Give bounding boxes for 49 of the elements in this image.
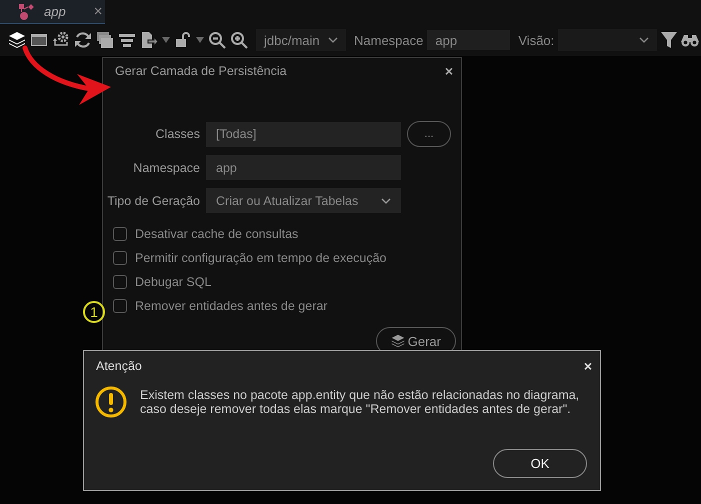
diagram-icon	[18, 4, 34, 20]
zoom-out-icon[interactable]	[208, 31, 226, 49]
caret-icon[interactable]	[162, 37, 170, 43]
layers-icon[interactable]	[8, 31, 26, 49]
diagram-tab[interactable]: app ×	[0, 0, 105, 24]
refresh-icon[interactable]	[74, 31, 92, 49]
export-icon[interactable]	[140, 31, 158, 49]
tab-title: app	[44, 4, 66, 19]
field-label: Classes	[154, 127, 200, 141]
layers-icon	[390, 334, 405, 348]
chevron-down-icon	[639, 37, 650, 43]
connection-dropdown[interactable]: jdbc/main	[256, 29, 346, 51]
align-lines-icon[interactable]	[118, 31, 136, 49]
checkbox[interactable]	[113, 299, 127, 313]
chevron-down-icon	[381, 198, 391, 204]
caret-icon[interactable]	[196, 37, 204, 43]
checkbox[interactable]	[113, 251, 127, 265]
dialog-title: Atenção	[96, 359, 142, 373]
field-label: Tipo de Geração	[107, 194, 200, 208]
unlocked-padlock-icon[interactable]	[174, 31, 192, 49]
close-button[interactable]: ×	[584, 358, 592, 374]
binoculars-icon[interactable]	[681, 33, 700, 47]
filter-icon[interactable]	[661, 31, 678, 49]
window-icon[interactable]	[30, 31, 48, 49]
checkbox[interactable]	[113, 227, 127, 241]
close-tab-button[interactable]: ×	[94, 3, 102, 20]
stacked-windows-icon[interactable]	[96, 31, 114, 49]
warning-icon	[95, 386, 127, 418]
input-field[interactable]: [Todas]	[206, 122, 401, 146]
chevron-down-icon	[328, 37, 338, 43]
numbered-callout: 1	[83, 301, 105, 323]
browse-button[interactable]: ...	[407, 121, 451, 147]
namespace-field[interactable]: app	[427, 30, 510, 50]
checkbox[interactable]	[113, 275, 127, 289]
checkbox-label: Debugar SQL	[135, 275, 212, 289]
zoom-in-icon[interactable]	[230, 31, 248, 49]
field-label: Namespace	[132, 160, 200, 174]
checkbox-label: Permitir configuração em tempo de execução	[135, 251, 387, 265]
dialog-title: Gerar Camada de Persistência	[115, 64, 287, 78]
input-field[interactable]: app	[206, 155, 401, 180]
checkbox-label: Desativar cache de consultas	[135, 227, 298, 241]
generation-type-dropdown[interactable]: Criar ou Atualizar Tabelas	[206, 188, 401, 213]
ok-button[interactable]: OK	[493, 449, 587, 478]
alert-message: Existem classes no pacote app.entity que não estão relacionadas no diagrama, caso deseje remover todas elas marque "Remover entidades antes de gerar".	[140, 388, 580, 416]
namespace-label: Namespace	[354, 32, 424, 48]
view-label: Visão:	[518, 32, 554, 48]
checkbox-label: Remover entidades antes de gerar	[135, 299, 328, 313]
close-button[interactable]: ×	[444, 63, 453, 79]
gear-arrow-icon[interactable]	[52, 31, 70, 49]
